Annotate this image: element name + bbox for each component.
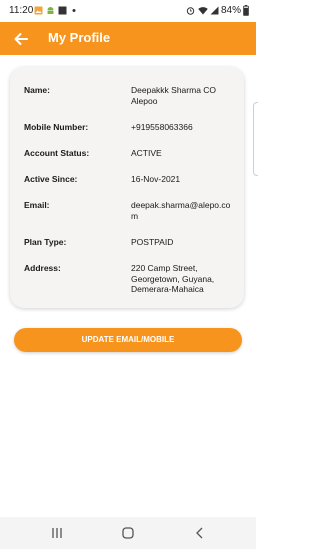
arrow-left-icon[interactable] [11, 29, 31, 49]
home-icon[interactable] [121, 526, 135, 540]
battery-percent: 84% [221, 5, 242, 16]
status-time: 11:20 [9, 5, 34, 16]
email-label: Email: [24, 200, 50, 210]
profile-card: Name: Deepakkk Sharma CO Alepoo Mobile N… [10, 67, 244, 308]
page-title: My Profile [48, 30, 111, 45]
back-icon[interactable] [193, 526, 207, 540]
dot-icon [72, 9, 76, 12]
plan-type-value: POSTPAID [131, 237, 174, 247]
address-value: 220 Camp Street, Georgetown, Guyana, Dem… [131, 263, 215, 294]
name-label: Name: [24, 85, 50, 95]
wifi-icon [198, 7, 208, 15]
mobile-label: Mobile Number: [24, 122, 89, 132]
gallery-icon [34, 6, 43, 15]
edge-panel-handle[interactable] [253, 102, 258, 176]
address-label: Address: [24, 263, 61, 273]
alarm-icon [186, 7, 195, 15]
status-bar: 11:20 84% [0, 0, 256, 22]
update-email-mobile-button[interactable]: UPDATE EMAIL/MOBILE [14, 328, 242, 352]
android-icon [47, 7, 54, 14]
active-since-label: Active Since: [24, 174, 78, 184]
account-status-value: ACTIVE [131, 148, 162, 158]
battery-icon [243, 5, 249, 16]
email-value: deepak.sharma@alepo.com [131, 200, 231, 221]
square-icon [58, 6, 67, 15]
name-value: Deepakkk Sharma CO Alepoo [131, 85, 217, 106]
nav-bar [0, 517, 256, 549]
app-header: My Profile [0, 22, 256, 55]
signal-icon [210, 6, 219, 15]
mobile-value: +919558063366 [131, 122, 193, 132]
active-since-value: 16-Nov-2021 [131, 174, 181, 184]
account-status-label: Account Status: [24, 148, 90, 158]
recent-apps-icon[interactable] [50, 526, 64, 540]
plan-type-label: Plan Type: [24, 237, 67, 247]
